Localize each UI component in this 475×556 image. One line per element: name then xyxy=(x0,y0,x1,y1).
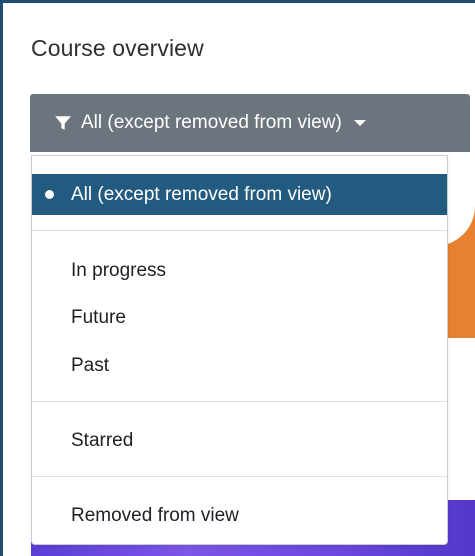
menu-divider xyxy=(32,230,447,231)
grouping-filter-button[interactable]: All (except removed from view) xyxy=(30,94,470,152)
menu-divider xyxy=(32,476,447,477)
menu-item-label: Removed from view xyxy=(71,504,239,526)
menu-item-label: Starred xyxy=(71,429,134,451)
filter-icon xyxy=(55,116,71,130)
menu-item-future[interactable]: Future xyxy=(32,297,447,338)
menu-item-label: Future xyxy=(71,306,126,328)
menu-divider xyxy=(32,401,447,402)
menu-item-all[interactable]: All (except removed from view) xyxy=(32,174,447,215)
menu-item-removed-from-view[interactable]: Removed from view xyxy=(32,495,447,536)
menu-item-label: In progress xyxy=(71,259,167,281)
selected-bullet-icon xyxy=(45,190,54,199)
block-title: Course overview xyxy=(31,35,204,61)
caret-down-icon xyxy=(353,120,366,126)
grouping-dropdown-menu: All (except removed from view) In progre… xyxy=(31,155,448,545)
menu-item-past[interactable]: Past xyxy=(32,345,447,386)
menu-item-label: All (except removed from view) xyxy=(71,183,332,205)
course-overview-block: Course overview All (except removed from… xyxy=(0,0,475,556)
menu-item-in-progress[interactable]: In progress xyxy=(32,250,447,291)
grouping-filter-label: All (except removed from view) xyxy=(81,112,342,133)
menu-item-starred[interactable]: Starred xyxy=(32,420,447,461)
menu-item-label: Past xyxy=(71,354,110,376)
